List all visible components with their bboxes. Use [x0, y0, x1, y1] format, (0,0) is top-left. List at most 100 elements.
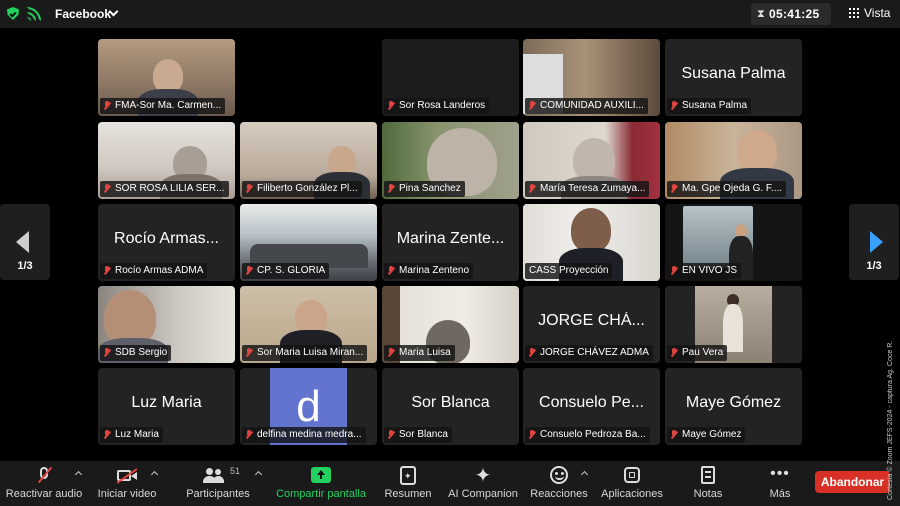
participant-tile[interactable]: Sor Blanca Sor Blanca: [382, 368, 519, 445]
participant-tile[interactable]: COMUNIDAD AUXILI...: [523, 39, 660, 116]
summary-document-icon: ✦: [400, 466, 416, 485]
participant-big-name: Sor Blanca: [411, 394, 490, 411]
livestream-app-label[interactable]: Facebook: [55, 7, 111, 21]
video-label: Iniciar video: [97, 488, 157, 500]
ai-companion-label: AI Companion: [448, 488, 518, 500]
muted-mic-icon: [246, 348, 252, 357]
participants-button[interactable]: 51 Participantes: [182, 461, 263, 506]
page-indicator-left: 1/3: [17, 260, 33, 272]
participant-name-label: CP. S. GLORIA: [242, 263, 330, 279]
unmute-audio-button[interactable]: Reactivar audio: [4, 461, 84, 506]
share-screen-icon: [311, 467, 331, 483]
participant-tile[interactable]: María Teresa Zumaya...: [523, 122, 660, 199]
participant-tile[interactable]: Sor Maria Luisa Miran...: [240, 286, 377, 363]
more-label: Más: [769, 488, 791, 500]
encryption-shield-icon[interactable]: [7, 7, 19, 20]
participants-label: Participantes: [186, 488, 250, 500]
reactions-button[interactable]: Reacciones: [528, 461, 590, 506]
apps-button[interactable]: Aplicaciones: [598, 461, 666, 506]
participants-icon: [203, 466, 225, 486]
reactions-options-caret[interactable]: [580, 470, 589, 479]
participant-tile[interactable]: Pina Sanchez: [382, 122, 519, 199]
leave-meeting-button[interactable]: Abandonar: [815, 471, 890, 493]
participant-tile[interactable]: Susana Palma Susana Palma: [665, 39, 802, 116]
participant-tile[interactable]: Sor Rosa Landeros: [382, 39, 519, 116]
participant-name-label: SOR ROSA LILIA SER...: [100, 181, 229, 197]
participant-tile[interactable]: Maria Luisa: [382, 286, 519, 363]
participant-name-label: delfina medina medra...: [242, 427, 366, 443]
timer-text: 05:41:25: [769, 7, 820, 21]
participant-tile[interactable]: SOR ROSA LILIA SER...: [98, 122, 235, 199]
arrow-right-icon: [870, 231, 883, 253]
participant-name-label: JORGE CHÁVEZ ADMA: [525, 345, 653, 361]
apps-icon: [624, 467, 640, 483]
grid-view-icon: [849, 8, 859, 18]
ai-companion-button[interactable]: ✦ AI Companion: [444, 461, 522, 506]
audio-options-caret[interactable]: [74, 470, 83, 479]
page-indicator-right: 1/3: [866, 260, 882, 272]
start-video-button[interactable]: Iniciar video: [94, 461, 160, 506]
participant-tile[interactable]: Consuelo Pe... Consuelo Pedroza Ba...: [523, 368, 660, 445]
participant-name-label: CASS Proyección: [525, 263, 613, 279]
participant-name-label: María Teresa Zumaya...: [525, 181, 650, 197]
notes-button[interactable]: Notas: [686, 461, 730, 506]
muted-mic-icon: [388, 266, 394, 275]
muted-mic-icon: [529, 348, 535, 357]
muted-mic-icon: [388, 184, 394, 193]
participant-tile[interactable]: Pau Vera: [665, 286, 802, 363]
meeting-toolbar: Reactivar audio Iniciar video 51 Partici…: [0, 461, 900, 506]
participant-name-label: EN VIVO JS: [667, 263, 742, 279]
muted-mic-icon: [671, 184, 677, 193]
participants-count: 51: [230, 466, 241, 476]
participant-tile[interactable]: JORGE CHÁ... JORGE CHÁVEZ ADMA: [523, 286, 660, 363]
participant-tile[interactable]: Rocío Armas... Rocío Armas ADMA: [98, 204, 235, 281]
video-options-caret[interactable]: [150, 470, 159, 479]
summary-label: Resumen: [384, 488, 432, 500]
muted-mic-icon: [246, 184, 252, 193]
muted-microphone-icon: [37, 466, 53, 486]
apps-label: Aplicaciones: [601, 488, 663, 500]
participant-tile[interactable]: SDB Sergio: [98, 286, 235, 363]
participant-tile[interactable]: Ma. Gpe Ojeda G. F....: [665, 122, 802, 199]
previous-page-button[interactable]: 1/3: [0, 204, 50, 280]
participant-name-label: Sor Rosa Landeros: [384, 98, 490, 114]
participant-tile[interactable]: FMA-Sor Ma. Carmen...: [98, 39, 235, 116]
participant-big-name: Rocío Armas...: [114, 230, 219, 247]
top-bar: Facebook ⧗ 05:41:25 Vista: [0, 0, 900, 28]
next-page-button[interactable]: 1/3: [849, 204, 899, 280]
participants-options-caret[interactable]: [254, 470, 263, 479]
muted-mic-icon: [104, 184, 110, 193]
muted-mic-icon: [388, 430, 394, 439]
participant-big-name: Marina Zente...: [396, 230, 505, 247]
participant-name-label: Susana Palma: [667, 98, 752, 114]
audio-label: Reactivar audio: [5, 488, 83, 500]
participant-tile[interactable]: Maye Gómez Maye Gómez: [665, 368, 802, 445]
participant-tile[interactable]: d delfina medina medra...: [240, 368, 377, 445]
more-button[interactable]: ••• Más: [760, 461, 800, 506]
participant-name-label: Marina Zenteno: [384, 263, 474, 279]
share-screen-button[interactable]: Compartir pantalla: [272, 461, 370, 506]
active-speaker-tile[interactable]: CASS Proyección: [523, 204, 660, 281]
participant-tile[interactable]: CP. S. GLORIA: [240, 204, 377, 281]
muted-mic-icon: [104, 101, 110, 110]
participant-tile[interactable]: Filiberto González Pl...: [240, 122, 377, 199]
participant-name-label: Consuelo Pedroza Ba...: [525, 427, 650, 443]
muted-mic-icon: [388, 101, 394, 110]
connection-signal-icon[interactable]: [27, 7, 41, 21]
reactions-label: Reacciones: [530, 488, 588, 500]
participant-tile[interactable]: Marina Zente... Marina Zenteno: [382, 204, 519, 281]
sparkle-icon: ✦: [474, 465, 492, 487]
participant-tile[interactable]: EN VIVO JS: [665, 204, 802, 281]
participant-name-label: Rocío Armas ADMA: [100, 263, 208, 279]
muted-mic-icon: [104, 430, 110, 439]
participant-tile[interactable]: Luz Maria Luz Maria: [98, 368, 235, 445]
muted-mic-icon: [671, 348, 677, 357]
more-dots-icon: •••: [770, 465, 790, 482]
participant-big-name: Consuelo Pe...: [539, 394, 644, 411]
video-off-icon: [116, 466, 138, 486]
summary-button[interactable]: ✦ Resumen: [380, 461, 436, 506]
photo-credit: Cortesía © Zoom JEFS-2024 - captura Ag. …: [887, 340, 894, 500]
participant-name-label: Ma. Gpe Ojeda G. F....: [667, 181, 787, 197]
participant-name-label: Pina Sanchez: [384, 181, 465, 197]
view-label: Vista: [864, 6, 891, 20]
